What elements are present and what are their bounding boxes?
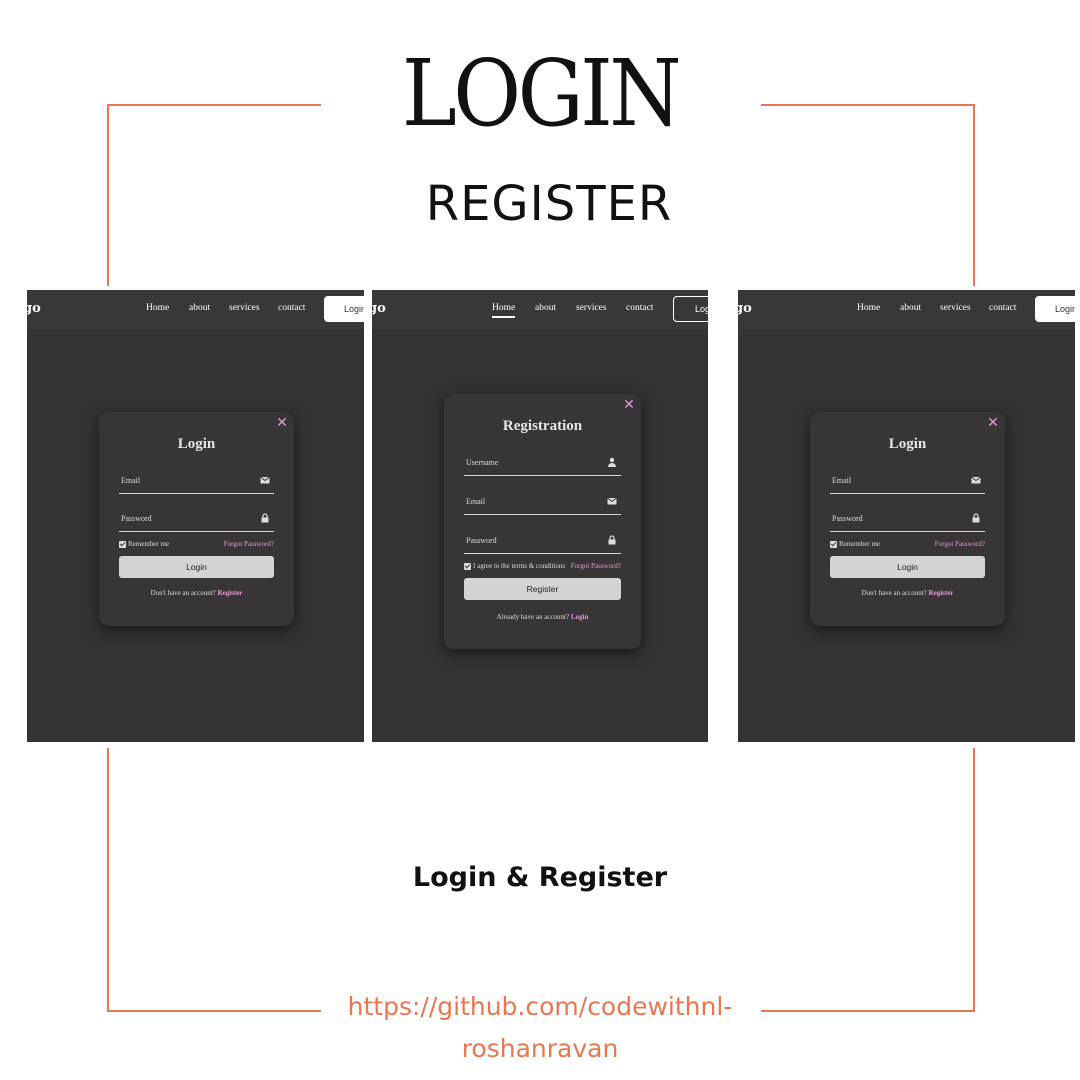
nav-link-about[interactable]: about (535, 303, 556, 313)
forgot-password-link[interactable]: Forgot Password? (571, 562, 621, 570)
nav-link-contact[interactable]: contact (626, 303, 653, 313)
registration-card: ✕ Registration Username Email Password I… (444, 394, 641, 649)
register-link[interactable]: Register (218, 589, 243, 597)
nav-link-services[interactable]: services (940, 303, 971, 313)
logo[interactable]: go (738, 301, 752, 316)
password-field[interactable]: Password (830, 509, 985, 532)
register-link[interactable]: Register (929, 589, 954, 597)
lock-icon (972, 513, 980, 523)
email-placeholder: Email (121, 476, 141, 485)
switch-text: Don't have an account? (150, 589, 216, 597)
login-link[interactable]: Login (571, 613, 589, 621)
nav-link-home[interactable]: Home (857, 303, 880, 313)
close-icon[interactable]: ✕ (623, 397, 635, 411)
navbar: go Home about services contact Login (372, 290, 708, 330)
password-field[interactable]: Password (464, 531, 621, 554)
nav-login-button[interactable]: Login (673, 296, 708, 322)
nav-link-services[interactable]: services (576, 303, 607, 313)
login-card: ✕ Login Email Password Remember me Forgo… (810, 412, 1005, 626)
remember-label: Remember me (128, 540, 170, 548)
nav-link-home[interactable]: Home (146, 303, 169, 313)
email-field[interactable]: Email (830, 471, 985, 494)
switch-text: Don't have an account? (861, 589, 927, 597)
login-submit-button[interactable]: Login (119, 556, 274, 578)
switch-to-register: Don't have an account? Register (810, 589, 1005, 597)
password-placeholder: Password (832, 514, 863, 523)
logo[interactable]: go (27, 301, 41, 316)
login-card: ✕ Login Email Password Remember me Forgo… (99, 412, 294, 626)
github-link-line-2[interactable]: roshanravan (0, 1034, 1080, 1063)
remember-row: Remember me Forgot Password? (830, 540, 985, 552)
registration-title: Registration (502, 418, 583, 434)
close-icon[interactable]: ✕ (276, 415, 288, 429)
switch-to-login: Already have an account? Login (444, 613, 641, 621)
agree-row: I agree to the terms & conditions Forgot… (464, 562, 621, 574)
lock-icon (608, 535, 616, 545)
switch-to-register: Don't have an account? Register (99, 589, 294, 597)
nav-login-button[interactable]: Login (324, 296, 364, 322)
close-icon[interactable]: ✕ (987, 415, 999, 429)
nav-link-contact[interactable]: contact (278, 303, 305, 313)
envelope-icon (971, 476, 981, 484)
password-placeholder: Password (466, 536, 497, 545)
remember-checkbox[interactable] (830, 541, 837, 548)
caption: Login & Register (412, 862, 668, 893)
password-field[interactable]: Password (119, 509, 274, 532)
email-placeholder: Email (466, 497, 486, 506)
hero-subtitle: REGISTER (425, 176, 673, 232)
remember-row: Remember me Forgot Password? (119, 540, 274, 552)
password-placeholder: Password (121, 514, 152, 523)
navbar: go Home about services contact Login (27, 290, 364, 330)
login-submit-button[interactable]: Login (830, 556, 985, 578)
email-field[interactable]: Email (464, 492, 621, 515)
nav-link-about[interactable]: about (900, 303, 921, 313)
navbar: go Home about services contact Login (738, 290, 1075, 330)
register-submit-button[interactable]: Register (464, 578, 621, 600)
username-placeholder: Username (466, 458, 499, 467)
login-title: Login (888, 436, 927, 452)
nav-link-services[interactable]: services (229, 303, 260, 313)
forgot-password-link[interactable]: Forgot Password? (935, 540, 985, 548)
envelope-icon (607, 497, 617, 505)
agree-checkbox[interactable] (464, 563, 471, 570)
envelope-icon (260, 476, 270, 484)
username-field[interactable]: Username (464, 453, 621, 476)
user-icon (608, 457, 616, 467)
forgot-password-link[interactable]: Forgot Password? (224, 540, 274, 548)
github-link-line-1[interactable]: https://github.com/codewithnl- (0, 992, 1080, 1021)
nav-login-button[interactable]: Login (1035, 296, 1075, 322)
remember-checkbox[interactable] (119, 541, 126, 548)
screenshot-login-left: go Home about services contact Login ✕ L… (27, 290, 364, 742)
email-placeholder: Email (832, 476, 852, 485)
logo[interactable]: go (372, 301, 386, 316)
remember-label: Remember me (839, 540, 881, 548)
email-field[interactable]: Email (119, 471, 274, 494)
nav-link-about[interactable]: about (189, 303, 210, 313)
nav-link-home[interactable]: Home (492, 303, 516, 318)
agree-label: I agree to the terms & conditions (473, 562, 566, 570)
nav-link-contact[interactable]: contact (989, 303, 1016, 313)
switch-text: Already have an account? (496, 613, 570, 621)
login-title: Login (177, 436, 216, 452)
hero-title: LOGIN (401, 40, 682, 147)
screenshot-login-right: go Home about services contact Login ✕ L… (738, 290, 1075, 742)
lock-icon (261, 513, 269, 523)
screenshot-registration: go Home about services contact Login ✕ R… (372, 290, 708, 742)
